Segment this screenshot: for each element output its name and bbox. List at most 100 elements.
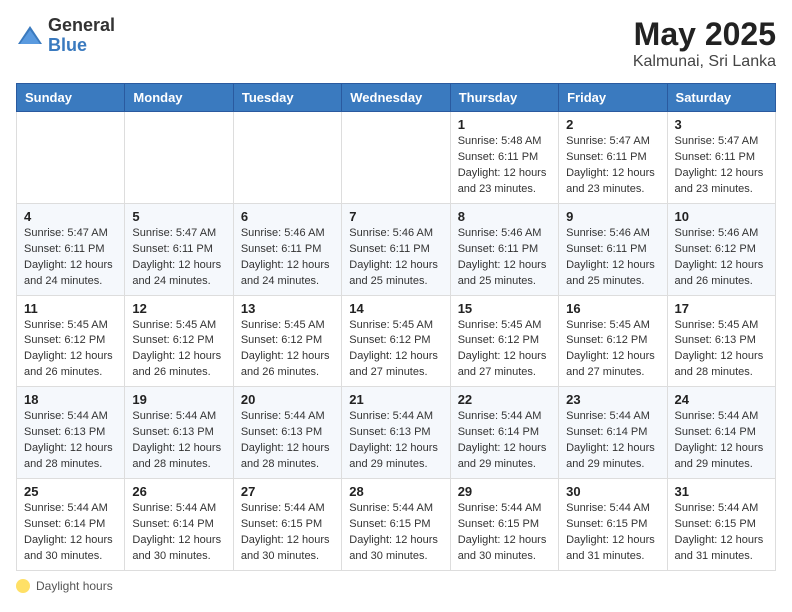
calendar-day-cell: 11 Sunrise: 5:45 AM Sunset: 6:12 PM Dayli… [17, 295, 125, 387]
calendar-day-cell: 6Sunrise: 5:46 AM Sunset: 6:11 PM Daylig… [233, 203, 341, 295]
day-info: Sunrise: 5:44 AM Sunset: 6:15 PM Dayligh… [349, 501, 442, 565]
legend-label: Daylight hours [36, 579, 113, 593]
day-number: 16 [566, 301, 659, 316]
logo-general: General [48, 16, 115, 36]
day-info: Sunrise: 5:46 AM Sunset: 6:12 PM Dayligh… [675, 226, 768, 290]
day-number: 10 [675, 209, 768, 224]
calendar-day-cell: 15 Sunrise: 5:45 AM Sunset: 6:12 PM Dayli… [450, 295, 558, 387]
day-info: Sunrise: 5:44 AM Sunset: 6:14 PM Dayligh… [458, 409, 551, 473]
day-info: Sunrise: 5:44 AM Sunset: 6:15 PM Dayligh… [241, 501, 334, 565]
day-of-week-header: Tuesday [233, 84, 341, 112]
calendar-table: SundayMondayTuesdayWednesdayThursdayFrid… [16, 83, 776, 571]
calendar-day-cell [17, 112, 125, 204]
day-info: Sunrise: 5:45 AM Sunset: 6:12 PM Dayligh… [24, 318, 117, 382]
calendar-day-cell: 5Sunrise: 5:47 AM Sunset: 6:11 PM Daylig… [125, 203, 233, 295]
day-number: 4 [24, 209, 117, 224]
day-info: Sunrise: 5:47 AM Sunset: 6:11 PM Dayligh… [566, 134, 659, 198]
day-number: 8 [458, 209, 551, 224]
calendar-week-row: 11 Sunrise: 5:45 AM Sunset: 6:12 PM Dayli… [17, 295, 776, 387]
calendar-title: May 2025 [633, 16, 776, 53]
day-number: 14 [349, 301, 442, 316]
day-number: 31 [675, 484, 768, 499]
day-info: Sunrise: 5:44 AM Sunset: 6:14 PM Dayligh… [24, 501, 117, 565]
day-of-week-header: Sunday [17, 84, 125, 112]
sun-icon [16, 579, 30, 593]
day-info: Sunrise: 5:46 AM Sunset: 6:11 PM Dayligh… [458, 226, 551, 290]
logo-blue: Blue [48, 36, 115, 56]
day-info: Sunrise: 5:44 AM Sunset: 6:13 PM Dayligh… [241, 409, 334, 473]
page-header: General Blue May 2025 Kalmunai, Sri Lank… [16, 16, 776, 71]
calendar-day-cell [233, 112, 341, 204]
calendar-header-row: SundayMondayTuesdayWednesdayThursdayFrid… [17, 84, 776, 112]
calendar-day-cell: 28 Sunrise: 5:44 AM Sunset: 6:15 PM Dayli… [342, 479, 450, 571]
calendar-day-cell: 22Sunrise: 5:44 AM Sunset: 6:14 PM Dayli… [450, 387, 558, 479]
day-info: Sunrise: 5:44 AM Sunset: 6:13 PM Dayligh… [132, 409, 225, 473]
day-number: 1 [458, 117, 551, 132]
day-info: Sunrise: 5:44 AM Sunset: 6:14 PM Dayligh… [566, 409, 659, 473]
calendar-week-row: 18 Sunrise: 5:44 AM Sunset: 6:13 PM Dayli… [17, 387, 776, 479]
calendar-day-cell: 26Sunrise: 5:44 AM Sunset: 6:14 PM Dayli… [125, 479, 233, 571]
day-info: Sunrise: 5:47 AM Sunset: 6:11 PM Dayligh… [24, 226, 117, 290]
day-info: Sunrise: 5:45 AM Sunset: 6:12 PM Dayligh… [241, 318, 334, 382]
day-info: Sunrise: 5:45 AM Sunset: 6:12 PM Dayligh… [132, 318, 225, 382]
calendar-week-row: 25Sunrise: 5:44 AM Sunset: 6:14 PM Dayli… [17, 479, 776, 571]
day-info: Sunrise: 5:46 AM Sunset: 6:11 PM Dayligh… [241, 226, 334, 290]
day-of-week-header: Thursday [450, 84, 558, 112]
day-number: 18 [24, 392, 117, 407]
day-info: Sunrise: 5:45 AM Sunset: 6:12 PM Dayligh… [566, 318, 659, 382]
day-number: 2 [566, 117, 659, 132]
calendar-day-cell: 4 Sunrise: 5:47 AM Sunset: 6:11 PM Daylig… [17, 203, 125, 295]
calendar-day-cell: 19 Sunrise: 5:44 AM Sunset: 6:13 PM Dayli… [125, 387, 233, 479]
day-number: 20 [241, 392, 334, 407]
day-info: Sunrise: 5:47 AM Sunset: 6:11 PM Dayligh… [675, 134, 768, 198]
title-block: May 2025 Kalmunai, Sri Lanka [633, 16, 776, 71]
day-info: Sunrise: 5:44 AM Sunset: 6:13 PM Dayligh… [24, 409, 117, 473]
calendar-week-row: 4 Sunrise: 5:47 AM Sunset: 6:11 PM Daylig… [17, 203, 776, 295]
day-of-week-header: Saturday [667, 84, 775, 112]
day-number: 27 [241, 484, 334, 499]
day-number: 15 [458, 301, 551, 316]
calendar-day-cell: 14 Sunrise: 5:45 AM Sunset: 6:12 PM Dayli… [342, 295, 450, 387]
day-number: 12 [132, 301, 225, 316]
day-info: Sunrise: 5:48 AM Sunset: 6:11 PM Dayligh… [458, 134, 551, 198]
calendar-day-cell: 29Sunrise: 5:44 AM Sunset: 6:15 PM Dayli… [450, 479, 558, 571]
calendar-day-cell: 24Sunrise: 5:44 AM Sunset: 6:14 PM Dayli… [667, 387, 775, 479]
calendar-day-cell: 31 Sunrise: 5:44 AM Sunset: 6:15 PM Dayli… [667, 479, 775, 571]
day-number: 23 [566, 392, 659, 407]
calendar-day-cell: 8 Sunrise: 5:46 AM Sunset: 6:11 PM Daylig… [450, 203, 558, 295]
day-number: 11 [24, 301, 117, 316]
day-info: Sunrise: 5:44 AM Sunset: 6:13 PM Dayligh… [349, 409, 442, 473]
calendar-day-cell: 13 Sunrise: 5:45 AM Sunset: 6:12 PM Dayli… [233, 295, 341, 387]
day-number: 28 [349, 484, 442, 499]
logo-text: General Blue [48, 16, 115, 56]
calendar-day-cell: 2 Sunrise: 5:47 AM Sunset: 6:11 PM Daylig… [559, 112, 667, 204]
calendar-day-cell: 18 Sunrise: 5:44 AM Sunset: 6:13 PM Dayli… [17, 387, 125, 479]
day-info: Sunrise: 5:44 AM Sunset: 6:15 PM Dayligh… [566, 501, 659, 565]
day-number: 30 [566, 484, 659, 499]
calendar-day-cell: 21Sunrise: 5:44 AM Sunset: 6:13 PM Dayli… [342, 387, 450, 479]
calendar-day-cell: 12 Sunrise: 5:45 AM Sunset: 6:12 PM Dayli… [125, 295, 233, 387]
day-info: Sunrise: 5:45 AM Sunset: 6:12 PM Dayligh… [458, 318, 551, 382]
day-info: Sunrise: 5:44 AM Sunset: 6:15 PM Dayligh… [458, 501, 551, 565]
calendar-day-cell: 10 Sunrise: 5:46 AM Sunset: 6:12 PM Dayli… [667, 203, 775, 295]
day-number: 13 [241, 301, 334, 316]
calendar-day-cell [342, 112, 450, 204]
calendar-day-cell: 7Sunrise: 5:46 AM Sunset: 6:11 PM Daylig… [342, 203, 450, 295]
day-number: 19 [132, 392, 225, 407]
day-info: Sunrise: 5:45 AM Sunset: 6:12 PM Dayligh… [349, 318, 442, 382]
day-number: 26 [132, 484, 225, 499]
calendar-day-cell: 16 Sunrise: 5:45 AM Sunset: 6:12 PM Dayli… [559, 295, 667, 387]
day-number: 9 [566, 209, 659, 224]
day-info: Sunrise: 5:45 AM Sunset: 6:13 PM Dayligh… [675, 318, 768, 382]
day-number: 7 [349, 209, 442, 224]
calendar-location: Kalmunai, Sri Lanka [633, 53, 776, 71]
legend: Daylight hours [16, 579, 776, 593]
calendar-day-cell: 17Sunrise: 5:45 AM Sunset: 6:13 PM Dayli… [667, 295, 775, 387]
logo-icon [16, 22, 44, 50]
day-info: Sunrise: 5:44 AM Sunset: 6:15 PM Dayligh… [675, 501, 768, 565]
calendar-day-cell: 23 Sunrise: 5:44 AM Sunset: 6:14 PM Dayli… [559, 387, 667, 479]
calendar-day-cell: 30 Sunrise: 5:44 AM Sunset: 6:15 PM Dayli… [559, 479, 667, 571]
day-of-week-header: Friday [559, 84, 667, 112]
logo: General Blue [16, 16, 115, 56]
calendar-day-cell [125, 112, 233, 204]
